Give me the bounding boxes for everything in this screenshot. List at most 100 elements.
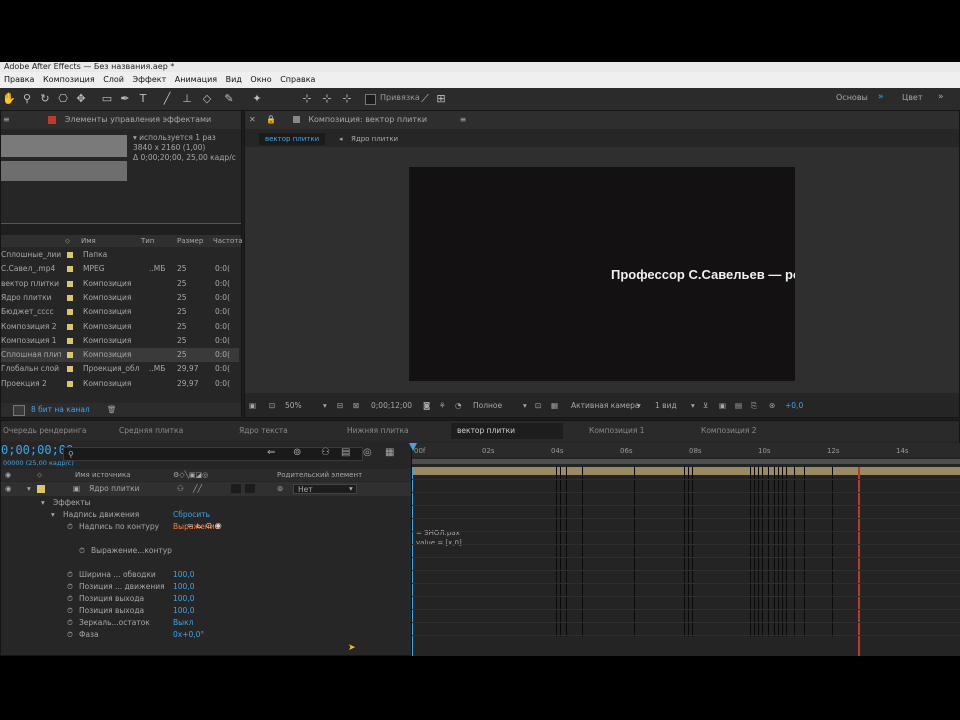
effect-controls-tab[interactable]: Элементы управления эффектами xyxy=(65,115,211,124)
comp-canvas[interactable]: Профессор С.Савельев — ро xyxy=(409,167,795,381)
item-label-swatch[interactable] xyxy=(67,266,73,273)
clone-icon[interactable]: ⊥ xyxy=(180,92,194,106)
playhead-handle[interactable] xyxy=(409,443,417,451)
zoom-dropdown-arrow-icon[interactable]: ▾ xyxy=(323,397,327,415)
column-size[interactable]: Размер xyxy=(177,235,203,247)
project-item-row[interactable]: С.Савел_.mp4 MPEG ..МБ 25 0:0( xyxy=(1,262,239,276)
composition-tab[interactable]: Композиция: вектор плитки xyxy=(308,115,427,124)
transparency-grid-icon[interactable]: ▦ xyxy=(551,397,558,415)
timeline-track-area[interactable]: 00f 02s 04s 06s 08s 10s 12s 14s = ЗНОЛ.р… xyxy=(409,443,960,656)
views-dropdown[interactable]: 1 вид xyxy=(655,397,677,415)
layer-expand-icon[interactable]: ▾ xyxy=(27,482,31,496)
timeline-link-icon[interactable]: ▤ xyxy=(735,397,742,415)
comp-panel-menu-icon[interactable]: ≡ xyxy=(460,115,467,124)
item-label-swatch[interactable] xyxy=(67,252,73,258)
views-arrow-icon[interactable]: ▾ xyxy=(691,397,695,415)
property-row[interactable]: ⏱ Позиция выхода 100,0 xyxy=(1,605,411,617)
property-row[interactable]: ▾ Надпись движения Сбросить xyxy=(1,509,411,521)
stopwatch-icon[interactable]: ⏱ xyxy=(67,569,73,581)
graph-editor-icon[interactable]: ▦ xyxy=(385,447,394,458)
new-folder-icon[interactable] xyxy=(13,405,25,416)
stopwatch-icon[interactable]: ⏱ xyxy=(67,605,73,617)
motion-blur-icon[interactable]: ◎ xyxy=(363,447,372,458)
layer-duration-bar[interactable] xyxy=(412,467,960,475)
tab-text-core[interactable]: Ядро текста xyxy=(239,423,288,439)
toggle-pixel-icon[interactable]: ⊻ xyxy=(703,397,709,415)
project-item-row[interactable]: Композиция 2 Композиция 25 0:0( xyxy=(1,320,239,334)
label-column-icon[interactable]: ⬦ xyxy=(65,235,70,247)
resolution-dropdown[interactable]: Полное xyxy=(473,397,502,415)
timeline-search[interactable]: ⚲ xyxy=(63,447,363,461)
pen-icon[interactable]: ✒ xyxy=(118,92,132,106)
item-label-swatch[interactable] xyxy=(67,309,73,316)
camera-arrow-icon[interactable]: ▾ xyxy=(637,397,641,415)
rotate-icon[interactable]: ↻ xyxy=(38,92,52,106)
menu-edit[interactable]: Правка xyxy=(4,75,34,84)
project-item-row[interactable]: Композиция 1 Композиция 25 0:0( xyxy=(1,334,239,348)
pin-icon[interactable]: ✦ xyxy=(250,92,264,106)
project-item-row[interactable]: Ядро плитки Композиция 25 0:0( xyxy=(1,291,239,305)
reset-exposure-icon[interactable]: ⊛ xyxy=(769,397,775,415)
column-type[interactable]: Тип xyxy=(141,235,154,247)
menu-layer[interactable]: Слой xyxy=(103,75,124,84)
show-snapshot-icon[interactable]: ⚘ xyxy=(439,397,446,415)
stopwatch-icon[interactable]: ⏱ xyxy=(67,593,73,605)
hand-icon[interactable]: ✋ xyxy=(2,92,16,106)
tab-bottom-plate[interactable]: Нижняя плитка xyxy=(347,423,409,439)
item-label-swatch[interactable] xyxy=(67,337,73,344)
parent-dropdown[interactable]: Нет xyxy=(293,484,357,494)
safe-zones-icon[interactable]: ⊟ xyxy=(337,397,343,415)
tab-render-queue[interactable]: Очередь рендеринга xyxy=(3,423,86,439)
stopwatch-icon[interactable]: ⏱ xyxy=(67,617,73,629)
flowchart-icon[interactable]: ⎘ xyxy=(751,397,757,415)
panel-menu-icon[interactable]: ≡ xyxy=(3,115,10,124)
draft-3d-icon[interactable]: ⊚ xyxy=(293,447,301,458)
work-area-bar[interactable] xyxy=(412,459,960,464)
property-value[interactable]: 100,0 xyxy=(173,605,194,617)
pan-icon[interactable]: ✥ xyxy=(74,92,88,106)
visibility-icon[interactable]: ◉ xyxy=(5,482,12,496)
item-label-swatch[interactable] xyxy=(67,366,73,373)
workspace-overflow-icon[interactable]: » xyxy=(938,92,944,102)
property-row[interactable]: ⏱ Фаза 0x+0,0° xyxy=(1,629,411,641)
menu-composition[interactable]: Композиция xyxy=(43,75,95,84)
always-preview-icon[interactable]: ▣ xyxy=(249,397,256,415)
expand-arrow-icon[interactable]: ▾ xyxy=(51,509,55,521)
zoom-dropdown[interactable]: 50% xyxy=(285,397,302,415)
layer-shy-icon[interactable]: ⚇ xyxy=(177,482,184,496)
rect-icon[interactable]: ▭ xyxy=(100,92,114,106)
layer-fx-icon[interactable]: ╱╱ xyxy=(193,482,202,496)
axis-world-icon[interactable]: ⊹ xyxy=(320,92,334,106)
property-value[interactable]: 100,0 xyxy=(173,593,194,605)
axis-local-icon[interactable]: ⊹ xyxy=(300,92,314,106)
close-tab-icon[interactable]: ✕ xyxy=(249,115,256,124)
property-row[interactable]: ⏱ Ширина ... обводки 100,0 xyxy=(1,569,411,581)
roto-icon[interactable]: ✎ xyxy=(222,92,236,106)
layer-name[interactable]: Ядро плитки xyxy=(89,482,139,496)
parent-header[interactable]: Родительский элемент xyxy=(277,469,362,481)
property-value[interactable]: Сбросить xyxy=(173,509,210,521)
tab-vector-plate[interactable]: вектор плитки xyxy=(451,423,563,439)
stopwatch-icon[interactable]: ⏱ xyxy=(79,545,85,557)
layer-switch-box[interactable] xyxy=(231,484,241,493)
item-label-swatch[interactable] xyxy=(67,294,73,301)
subtab-second[interactable]: Ядро плитки xyxy=(351,133,398,145)
source-name-header[interactable]: Имя источника xyxy=(75,469,131,481)
exposure-value[interactable]: +0,0 xyxy=(785,397,803,415)
property-value[interactable]: 100,0 xyxy=(173,581,194,593)
text-icon[interactable]: T xyxy=(136,92,150,106)
stopwatch-icon[interactable]: ⏱ xyxy=(67,521,73,533)
resolution-arrow-icon[interactable]: ▾ xyxy=(523,397,527,415)
layer-color-label[interactable] xyxy=(37,485,45,493)
item-label-swatch[interactable] xyxy=(67,380,73,387)
parent-dropdown-arrow-icon[interactable]: ▾ xyxy=(349,482,353,496)
camera-dropdown[interactable]: Активная камера xyxy=(571,397,639,415)
tab-middle-plate[interactable]: Средняя плитка xyxy=(119,423,183,439)
menu-view[interactable]: Вид xyxy=(226,75,242,84)
snap-edge-icon[interactable]: ⟋ xyxy=(418,92,432,106)
item-label-swatch[interactable] xyxy=(67,280,73,287)
menu-effect[interactable]: Эффект xyxy=(133,75,167,84)
comp-mini-flowchart-icon[interactable]: ⇐ xyxy=(267,447,275,458)
item-label-swatch[interactable] xyxy=(67,352,73,359)
property-row[interactable]: ⏱ Зеркаль...остаток Выкл xyxy=(1,617,411,629)
